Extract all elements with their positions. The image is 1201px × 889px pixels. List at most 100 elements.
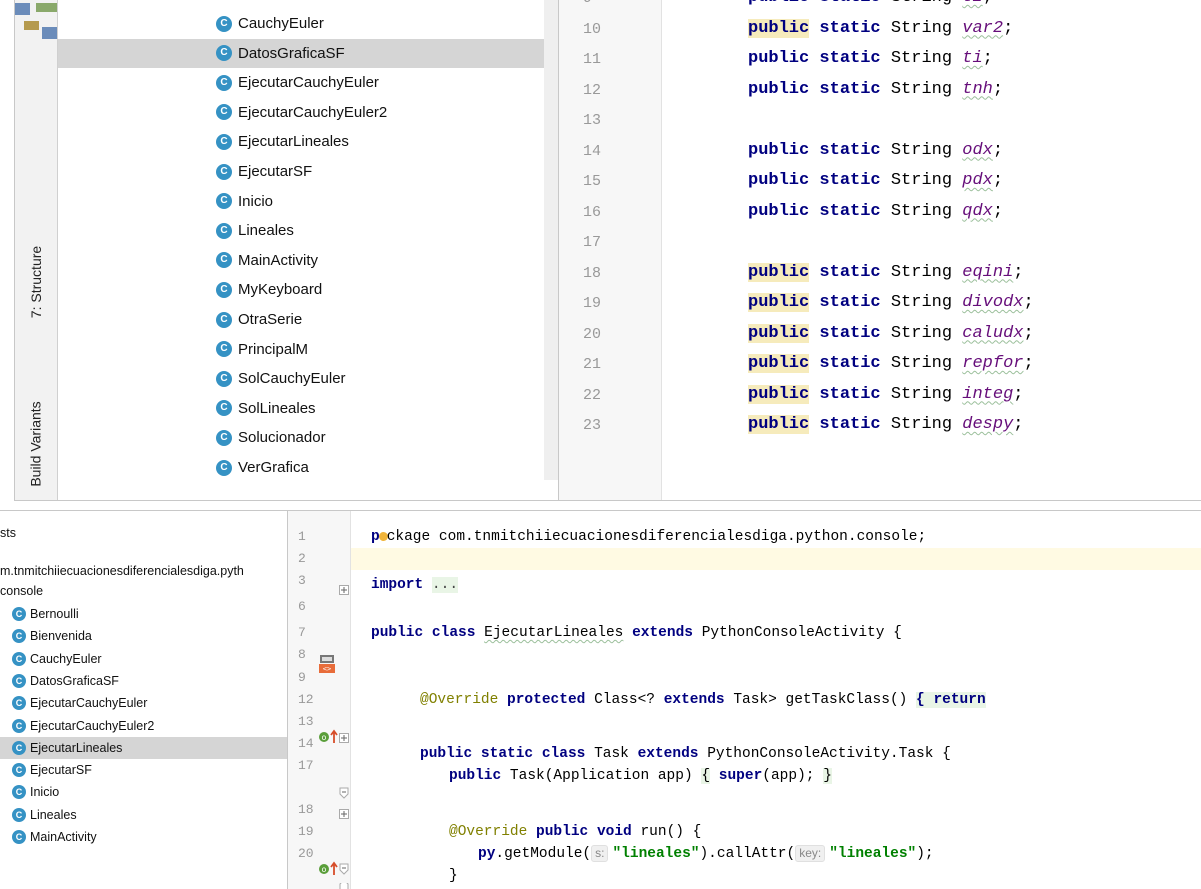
keyword: extends [663, 692, 725, 708]
folded-body[interactable]: { return [916, 692, 986, 708]
tree-item[interactable]: C EjecutarCauchyEuler [58, 68, 544, 97]
tree-item[interactable]: C EjecutarCauchyEuler [0, 692, 287, 714]
build-variants-tab[interactable]: Build Variants [15, 388, 57, 500]
keyword: class [541, 746, 586, 762]
keyword: public [748, 293, 810, 312]
string-literal: "lineales" [829, 846, 917, 862]
tree-item[interactable]: C MainActivity [58, 246, 544, 275]
current-line-highlight [351, 548, 1201, 570]
tree-item[interactable]: C Inicio [58, 187, 544, 216]
field-name: caludx [962, 323, 1024, 343]
tree-item[interactable]: C DatosGraficaSF [58, 38, 544, 68]
tree-item[interactable]: C Bernoulli [0, 603, 287, 625]
class-icon: C [216, 163, 232, 180]
line-number: 12 [298, 692, 314, 707]
tree-item[interactable]: C EjecutarLineales [0, 736, 287, 759]
tree-item-sts[interactable]: sts [0, 522, 16, 544]
fold-collapse-icon[interactable] [339, 863, 349, 875]
class-icon: C [12, 763, 26, 778]
line-number: 19 [298, 824, 314, 839]
keyword: protected [507, 692, 586, 708]
tree-item-label: EjecutarSF [30, 763, 92, 778]
tree-item-label: CauchyEuler [238, 15, 324, 32]
tree-item-console-folder[interactable]: console [0, 580, 43, 602]
override-method-icon[interactable]: o [318, 729, 340, 745]
line-number: 13 [298, 714, 314, 729]
keyword: public [748, 384, 810, 404]
tree-item[interactable]: C SolLineales [58, 394, 544, 423]
tree-item-label: SolLineales [238, 399, 316, 417]
tree-item[interactable]: C SolCauchyEuler [58, 364, 544, 393]
tool-window-stripe: 7: Structure Build Variants [15, 0, 58, 500]
code-line-field: public static String pdx; [748, 171, 1003, 190]
semicolon: ; [983, 0, 993, 7]
line-number: 13 [583, 112, 602, 129]
fold-collapse-icon[interactable] [339, 787, 349, 799]
tree-item-label: CauchyEuler [30, 651, 102, 666]
override-method-icon[interactable]: o [318, 861, 340, 877]
build-variants-tab-label: Build Variants [28, 401, 44, 487]
project-tree: C CauchyEuler C DatosGraficaSF C EjecutarCauc… [58, 0, 544, 500]
tree-item[interactable]: C PrincipalM [58, 335, 544, 364]
field-name: eqini [962, 262, 1014, 282]
code-editor-bottom[interactable]: p ckage com.tnmitchiiecuacionesdiferencia… [351, 511, 1201, 889]
field-name: t2 [962, 0, 982, 7]
tree-item-package[interactable]: m.tnmitchiiecuacionesdiferencialesdiga.p… [0, 560, 244, 582]
keyword: public [748, 262, 810, 282]
structure-tab[interactable]: 7: Structure [15, 222, 57, 342]
tree-item[interactable]: C Solucionador [58, 423, 544, 452]
tree-item[interactable]: C Lineales [58, 216, 544, 245]
svg-text:o: o [322, 733, 327, 742]
line-number: 18 [298, 802, 314, 817]
tree-item-label: OtraSerie [238, 311, 303, 328]
editor-gutter: <> o o 1 2 3 6 7 8 9 12 13 14 17 18 19 2… [288, 511, 350, 889]
android-layout-icon[interactable]: <> [318, 654, 336, 674]
tree-item[interactable]: C Bienvenida [0, 625, 287, 647]
fold-expand-icon[interactable] [339, 809, 349, 819]
type-name: String [890, 415, 953, 434]
tree-item[interactable]: C VerGrafica [58, 453, 544, 482]
tree-item-label: VerGrafica [238, 459, 309, 476]
tree-item[interactable]: C CauchyEuler [58, 9, 544, 38]
keyword: public [371, 625, 424, 641]
tree-item[interactable]: C Lineales [0, 804, 287, 826]
fold-expand-icon[interactable] [339, 733, 349, 743]
fold-end-icon[interactable] [339, 883, 349, 889]
tree-item[interactable]: C Inicio [0, 781, 287, 803]
keyword: extends [632, 625, 693, 641]
class-name: Task [594, 746, 629, 762]
tree-scrollbar[interactable] [544, 0, 558, 480]
class-icon: C [12, 607, 26, 621]
semicolon: ; [982, 49, 993, 68]
tree-item[interactable]: C OtraSerie [58, 305, 544, 334]
code-line-import: import ... [371, 574, 459, 596]
tree-item[interactable]: C MainActivity [0, 826, 287, 848]
type-name: String [890, 201, 953, 221]
class-icon: C [216, 429, 232, 446]
tree-item[interactable]: C DatosGraficaSF [0, 670, 287, 692]
tree-item[interactable]: C MyKeyboard [58, 275, 544, 304]
tree-item[interactable]: C CauchyEuler [0, 648, 287, 670]
tree-item[interactable]: C EjecutarSF [58, 157, 544, 186]
line-number: 15 [583, 173, 602, 190]
tree-item[interactable]: C EjecutarCauchyEuler2 [58, 98, 544, 127]
fold-expand-icon[interactable] [339, 585, 349, 595]
tree-item[interactable]: C EjecutarCauchyEuler2 [0, 715, 287, 737]
fold-close-brace[interactable]: } [823, 768, 832, 784]
code-editor[interactable]: public static String t2;public static St… [662, 0, 1201, 500]
code-line-field: public static String t2; [748, 0, 993, 7]
code-text: ).callAttr( [699, 846, 796, 862]
keyword: super [718, 768, 763, 784]
tree-item-label: EjecutarCauchyEuler2 [30, 718, 155, 733]
keyword: static [819, 201, 881, 221]
editor-gutter: 9 10 11 12 13 14 15 16 17 18 19 20 21 22 23 [559, 0, 661, 500]
tree-item[interactable]: C EjecutarLineales [58, 127, 544, 156]
semicolon: ; [1023, 323, 1034, 343]
keyword: static [819, 49, 881, 68]
tree-item-label: EjecutarCauchyEuler2 [238, 103, 388, 121]
folded-imports[interactable]: ... [431, 577, 459, 593]
tree-item-label: Inicio [30, 785, 60, 800]
tree-item[interactable]: C EjecutarSF [0, 759, 287, 781]
fold-open-brace[interactable]: { [701, 768, 711, 784]
svg-text:o: o [322, 865, 327, 874]
